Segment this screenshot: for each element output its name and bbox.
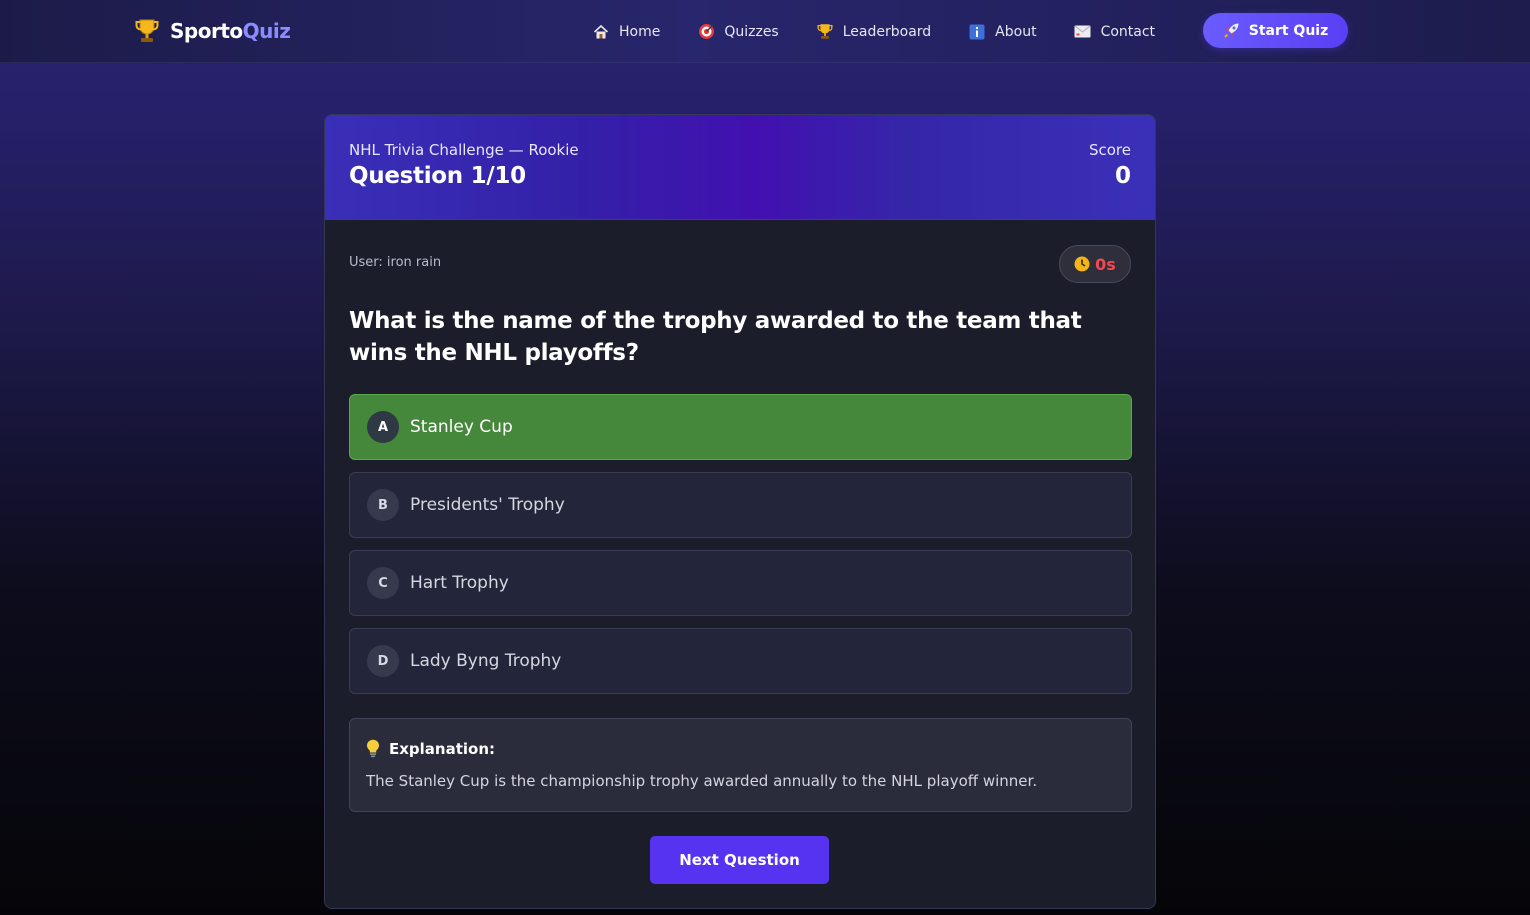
nav-leaderboard-label: Leaderboard — [842, 23, 932, 40]
target-icon — [697, 23, 715, 41]
explanation-text: The Stanley Cup is the championship trop… — [366, 772, 1038, 790]
option-letter-badge: A — [367, 411, 399, 443]
trophy-icon — [134, 18, 160, 44]
rocket-icon — [1223, 22, 1240, 39]
brand-logo[interactable]: SportoQuiz — [134, 16, 291, 46]
answer-option-c[interactable]: C Hart Trophy — [349, 550, 1132, 616]
answer-option-d[interactable]: D Lady Byng Trophy — [349, 628, 1132, 694]
nav-contact[interactable]: Contact — [1074, 23, 1155, 41]
clock-icon — [1074, 256, 1090, 272]
score-value: 0 — [1114, 163, 1131, 189]
nav-about-label: About — [995, 23, 1037, 40]
nav-contact-label: Contact — [1100, 23, 1156, 40]
user-label: User: iron rain — [349, 255, 442, 270]
nav-links: Home Quizzes Leaderboard About Contact — [592, 0, 1192, 63]
top-navbar: SportoQuiz Home Quizzes Leaderboard Abou… — [0, 0, 1530, 63]
option-text: Hart Trophy — [410, 573, 509, 593]
explanation-title: Explanation: — [389, 739, 496, 758]
start-quiz-button[interactable]: Start Quiz — [1203, 13, 1348, 48]
nav-quizzes-label: Quizzes — [724, 23, 779, 40]
option-letter-badge: D — [367, 645, 399, 677]
timer-value: 0s — [1095, 254, 1116, 274]
explanation-box: Explanation: The Stanley Cup is the cham… — [349, 718, 1132, 812]
house-icon — [592, 23, 610, 41]
option-letter-badge: B — [367, 489, 399, 521]
option-letter-badge: C — [367, 567, 399, 599]
nav-quizzes[interactable]: Quizzes — [697, 23, 779, 41]
answer-option-a[interactable]: A Stanley Cup — [349, 394, 1132, 460]
quiz-card: NHL Trivia Challenge — Rookie Question 1… — [324, 114, 1156, 909]
question-counter: Question 1/10 — [349, 163, 526, 189]
option-text: Presidents' Trophy — [410, 495, 565, 515]
nav-about[interactable]: About — [968, 23, 1037, 41]
nav-home-label: Home — [619, 23, 661, 40]
nav-home[interactable]: Home — [592, 23, 660, 41]
timer-badge: 0s — [1059, 245, 1131, 283]
trophy-icon — [816, 23, 834, 41]
nav-leaderboard[interactable]: Leaderboard — [816, 23, 931, 41]
brand-name-part2: Quiz — [242, 19, 291, 43]
lightbulb-icon — [366, 739, 380, 758]
answer-option-b[interactable]: B Presidents' Trophy — [349, 472, 1132, 538]
start-quiz-label: Start Quiz — [1248, 22, 1329, 39]
brand-name: SportoQuiz — [170, 19, 291, 43]
quiz-title: NHL Trivia Challenge — Rookie — [349, 141, 579, 159]
option-text: Lady Byng Trophy — [410, 651, 562, 671]
brand-name-part1: Sporto — [170, 19, 243, 43]
envelope-icon — [1074, 23, 1092, 41]
option-text: Stanley Cup — [410, 417, 513, 437]
score-label: Score — [1088, 141, 1131, 159]
quiz-header: NHL Trivia Challenge — Rookie Question 1… — [325, 115, 1155, 220]
question-text: What is the name of the trophy awarded t… — [349, 308, 1082, 366]
info-icon — [968, 23, 986, 41]
next-question-button[interactable]: Next Question — [650, 836, 829, 884]
explanation-heading: Explanation: — [366, 739, 495, 758]
answer-options: A Stanley Cup B Presidents' Trophy C Har… — [349, 394, 1132, 706]
